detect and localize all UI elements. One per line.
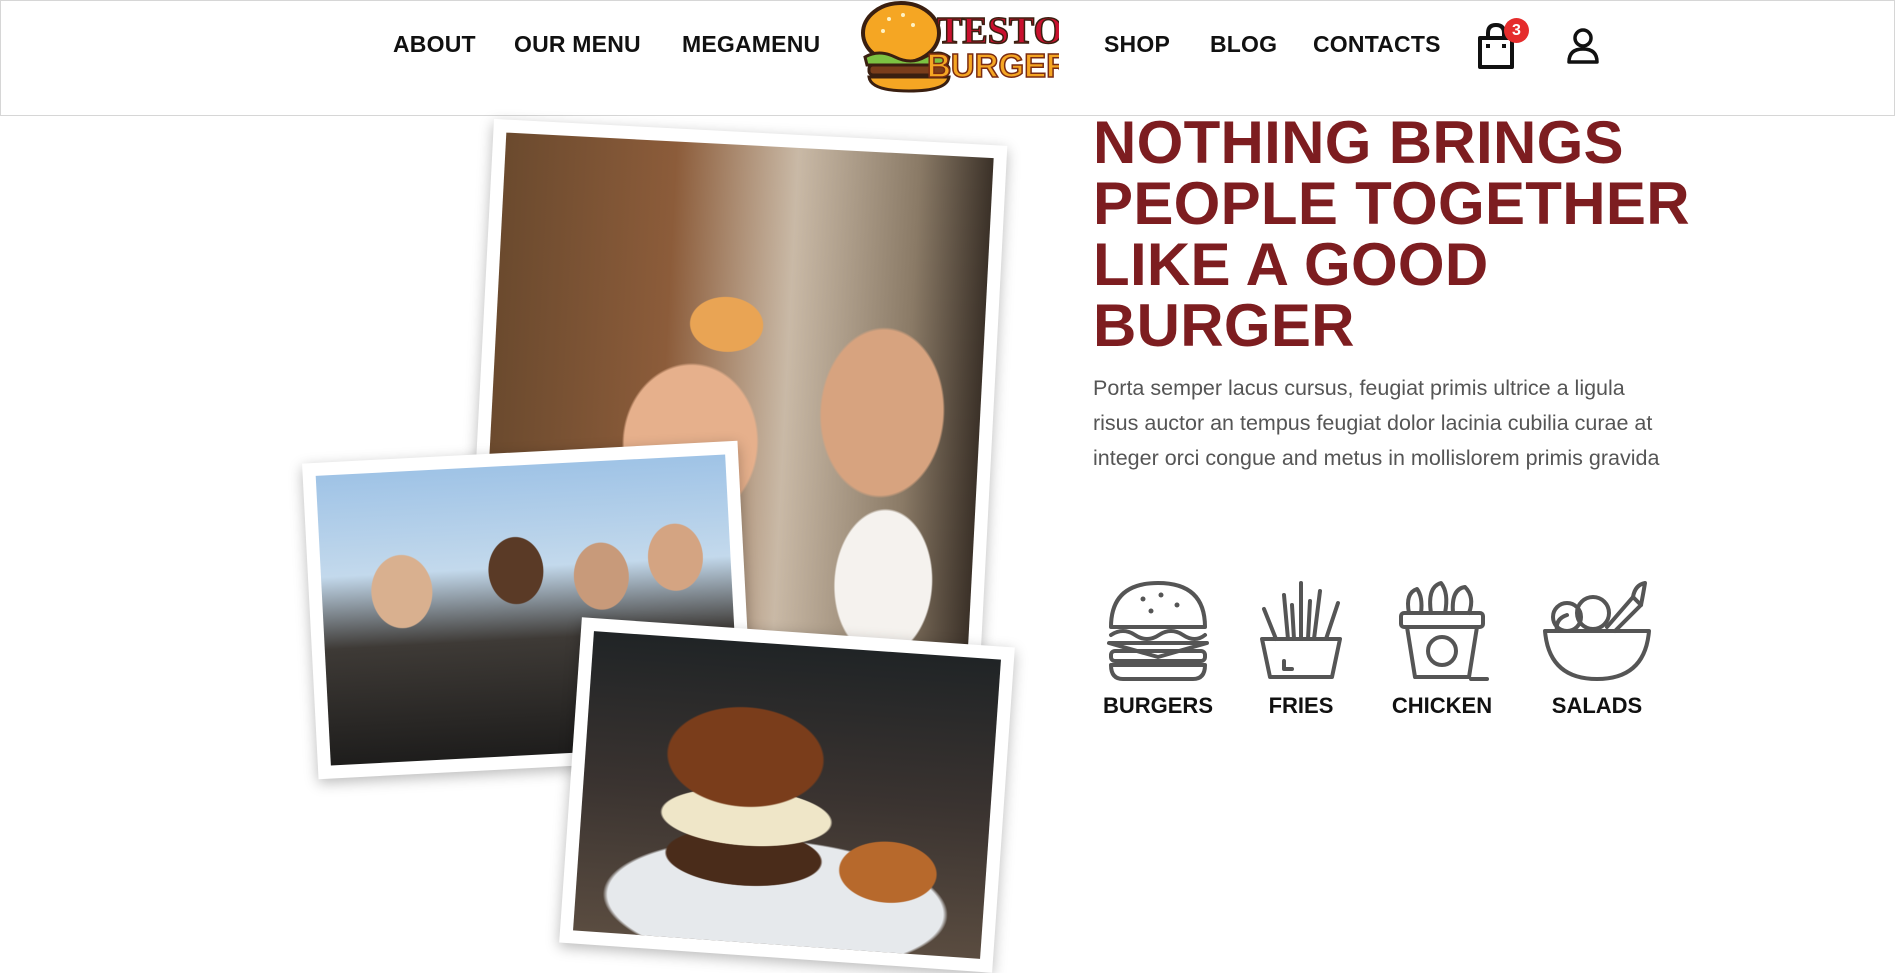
site-header: ABOUT OUR MENU MEGAMENU TESTO BURGER SHO… — [0, 0, 1895, 116]
nav-megamenu[interactable]: MEGAMENU — [682, 31, 820, 58]
category-label: FRIES — [1268, 693, 1334, 718]
cart-count-badge: 3 — [1504, 18, 1529, 43]
user-icon[interactable] — [1566, 27, 1600, 65]
category-label: SALADS — [1551, 693, 1643, 718]
hero-title: NOTHING BRINGS PEOPLE TOGETHER LIKE A GO… — [1093, 109, 1690, 359]
logo-text-burger: BURGER — [927, 47, 1059, 84]
nav-blog[interactable]: BLOG — [1210, 31, 1277, 58]
testo-burger-logo[interactable]: TESTO BURGER — [859, 1, 1059, 95]
nav-about[interactable]: ABOUT — [393, 31, 476, 58]
category-chicken[interactable]: CHICKEN — [1372, 575, 1512, 719]
category-label: BURGERS — [1102, 693, 1213, 718]
category-salads[interactable]: SALADS — [1527, 575, 1667, 719]
category-burgers[interactable]: BURGERS — [1088, 575, 1228, 719]
salad-bowl-icon — [1543, 581, 1651, 681]
logo-text-testo: TESTO — [937, 10, 1059, 52]
photo-burger-with-fries — [559, 617, 1015, 973]
category-label: CHICKEN — [1391, 693, 1493, 718]
burger-icon — [1107, 581, 1209, 681]
nav-contacts[interactable]: CONTACTS — [1313, 31, 1441, 58]
fries-icon — [1260, 581, 1342, 679]
nav-shop[interactable]: SHOP — [1104, 31, 1170, 58]
chicken-bucket-icon — [1399, 581, 1489, 681]
nav-our-menu[interactable]: OUR MENU — [514, 31, 641, 58]
category-fries[interactable]: FRIES — [1231, 575, 1371, 719]
hero-description: Porta semper lacus cursus, feugiat primi… — [1093, 376, 1660, 470]
